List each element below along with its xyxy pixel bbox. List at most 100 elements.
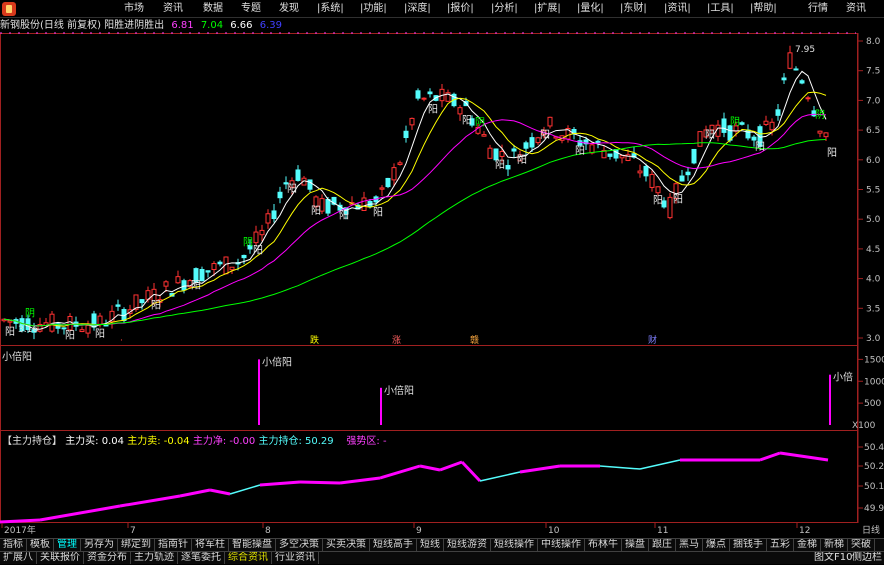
candle	[217, 260, 223, 267]
candle	[607, 153, 613, 160]
extension-tab[interactable]: 主力轨迹	[131, 552, 178, 564]
indicator-tab[interactable]: 爆点	[703, 539, 730, 551]
extension-tab[interactable]: 综合资讯	[225, 552, 272, 564]
time-axis: 2017年 7 8 9 10 11 12 日线	[1, 523, 880, 536]
event-marker[interactable]: 涨	[392, 335, 401, 346]
price-tick-label: 7.0	[866, 96, 881, 106]
candle	[115, 299, 121, 311]
candle	[49, 311, 55, 333]
time-tick-label: 2017年	[4, 524, 36, 536]
indicator-tab[interactable]: 布林牛	[585, 539, 622, 551]
yang-signal-label: 阳	[151, 299, 161, 311]
indicator-tab[interactable]: 跟庄	[649, 539, 676, 551]
sub-tick-label: 500	[864, 399, 881, 409]
candle	[445, 89, 451, 102]
time-tick-label: 10	[548, 526, 560, 536]
candle	[697, 131, 703, 147]
candle	[805, 95, 811, 102]
flow-tick-label: 50.1	[864, 482, 884, 492]
flow-segment	[0, 518, 41, 524]
kline-chart[interactable]: 8.0 7.5 7.0 6.5 6.0 5.5 5.0 4.5 4.0 3.5 3.0 1500 10…	[0, 0, 884, 540]
extension-tab[interactable]: 行业资讯	[272, 552, 319, 564]
candle	[781, 73, 787, 85]
indicator-tab[interactable]: 指南针	[155, 539, 192, 551]
candle	[817, 130, 823, 138]
indicator-tab[interactable]: 短线高手	[370, 539, 417, 551]
candle	[763, 115, 769, 126]
indicator-tab[interactable]: 短线操作	[491, 539, 538, 551]
sidebar-tab[interactable]: 侧边栏	[852, 552, 882, 564]
indicator-tab[interactable]: 短线游资	[444, 539, 491, 551]
indicator-tab[interactable]: 多空决策	[276, 539, 323, 551]
yin-signal-label: 阴	[25, 308, 35, 320]
event-marker[interactable]: 赣	[470, 334, 479, 346]
indicator-tab[interactable]: 另存为	[81, 539, 118, 551]
indicator-tab[interactable]: 黑马	[676, 539, 703, 551]
candle	[787, 45, 793, 70]
event-marker[interactable]: 财	[648, 334, 657, 346]
yang-signal-label: 阳	[65, 329, 75, 341]
low-price-label: 3.16	[18, 325, 38, 335]
indicator-tab[interactable]: 新梯	[821, 539, 848, 551]
candle	[667, 192, 673, 220]
indicator-tab[interactable]: 金梯	[794, 539, 821, 551]
indicator-tab[interactable]: 操盘	[622, 539, 649, 551]
indicator-tab[interactable]: 中线操作	[538, 539, 585, 551]
candlesticks	[1, 45, 829, 340]
flow-segment	[379, 464, 421, 480]
candle	[691, 148, 697, 165]
yang-signal-label: 阳	[428, 103, 438, 115]
flow-hold-label: 主力持仓:	[258, 436, 302, 447]
flow-strong-value: -	[382, 436, 387, 447]
candle	[397, 160, 403, 166]
yang-signal-label: 阳	[653, 195, 663, 207]
extension-tab[interactable]: 资金分布	[84, 552, 131, 564]
extension-tab[interactable]: 扩展八	[0, 552, 37, 564]
indicator-tab[interactable]: 智能操盘	[229, 539, 276, 551]
indicator-tab[interactable]: 短线	[417, 539, 444, 551]
event-marker[interactable]: ·	[120, 336, 123, 346]
indicator-tab[interactable]: 模板	[27, 539, 54, 551]
candle	[79, 326, 85, 333]
time-tick-label: 12	[799, 526, 810, 536]
candle	[415, 88, 421, 101]
extension-tab[interactable]: 关联报价	[37, 552, 84, 564]
indicator-tab[interactable]: 买卖决策	[323, 539, 370, 551]
flow-segment	[39, 504, 121, 522]
indicator-tab[interactable]: 绑定到	[118, 539, 155, 551]
extension-tab[interactable]: 逐笔委托	[178, 552, 225, 564]
candle	[481, 131, 487, 137]
ma-line-18	[3, 113, 827, 327]
candle	[721, 112, 727, 138]
indicator-tab[interactable]: 指标	[0, 539, 27, 551]
yin-signal-label: 阴	[730, 116, 740, 128]
flow-segment	[759, 451, 781, 462]
period-label[interactable]: 日线	[862, 524, 880, 536]
flow-tick-label: 50.2	[864, 462, 884, 472]
indicator-tab[interactable]: 五彩	[767, 539, 794, 551]
f10-tab[interactable]: 图文F10	[814, 552, 852, 564]
candle	[37, 317, 43, 333]
yang-signal-label: 阳	[495, 159, 505, 171]
flow-strong-label: 强势区:	[346, 436, 380, 447]
sub-tick-label: 1000	[864, 377, 884, 387]
yang-signal-label: 阳	[705, 129, 715, 141]
indicator-tab[interactable]: 管理	[54, 539, 81, 551]
candle	[175, 270, 181, 284]
candle	[619, 155, 625, 164]
flow-segment	[299, 480, 341, 485]
indicator-tab[interactable]: 捆钱手	[730, 539, 767, 551]
signal-bar-label: 小倍	[833, 371, 853, 384]
flow-segment	[209, 488, 231, 496]
event-marker[interactable]: 跌	[310, 335, 319, 346]
flow-tick-label: 49.9	[864, 504, 884, 514]
candle	[403, 125, 409, 143]
yang-signal-label: 阳	[5, 326, 15, 338]
time-tick-label: 7	[130, 526, 136, 536]
indicator-tab[interactable]: 将军柱	[192, 539, 229, 551]
flow-sell-label: 主力卖:	[127, 436, 161, 447]
candle	[799, 79, 805, 85]
moving-averages	[3, 70, 827, 330]
candle	[421, 97, 427, 102]
indicator-tab[interactable]: 突破	[848, 539, 875, 551]
